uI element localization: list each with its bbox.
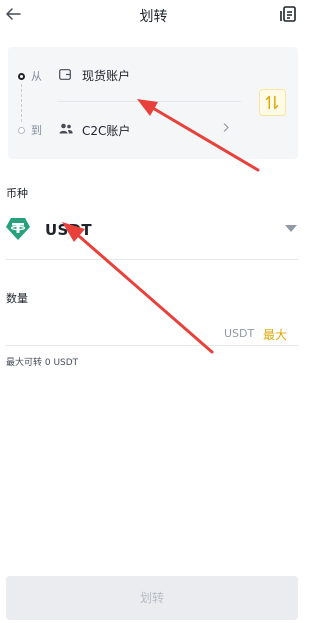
transfer-submit-button[interactable]: 划转 bbox=[6, 576, 298, 620]
coin-underline bbox=[6, 259, 298, 260]
swap-vertical-icon bbox=[265, 95, 279, 110]
top-bar: 划转 bbox=[0, 0, 307, 34]
to-dot-icon bbox=[18, 127, 25, 134]
swap-button[interactable] bbox=[259, 89, 286, 116]
page-title: 划转 bbox=[139, 9, 168, 25]
amount-section-label: 数量 bbox=[6, 292, 28, 305]
available-amount: 最大可转 0 USDT bbox=[6, 358, 79, 368]
to-label: 到 bbox=[31, 124, 42, 137]
amount-input[interactable] bbox=[6, 318, 216, 344]
coin-section-label: 币种 bbox=[6, 187, 28, 200]
coin-name[interactable]: USDT bbox=[45, 221, 92, 239]
to-account[interactable]: C2C账户 bbox=[82, 122, 130, 139]
transfer-card: 从 现货账户 到 C2C账户 bbox=[8, 47, 298, 159]
caret-down-icon[interactable] bbox=[285, 225, 297, 233]
from-account[interactable]: 现货账户 bbox=[82, 67, 130, 84]
amount-underline bbox=[6, 345, 298, 346]
from-dot-icon bbox=[18, 73, 25, 80]
users-icon bbox=[59, 123, 73, 134]
wallet-icon bbox=[59, 69, 71, 80]
max-button[interactable]: 最大 bbox=[263, 326, 287, 343]
transfer-record-icon[interactable] bbox=[279, 5, 297, 23]
from-label: 从 bbox=[31, 70, 42, 83]
tether-icon bbox=[6, 218, 30, 240]
chevron-right-icon[interactable] bbox=[222, 122, 230, 133]
divider bbox=[57, 101, 241, 102]
connector-line bbox=[21, 84, 22, 122]
amount-unit: USDT bbox=[224, 327, 255, 340]
